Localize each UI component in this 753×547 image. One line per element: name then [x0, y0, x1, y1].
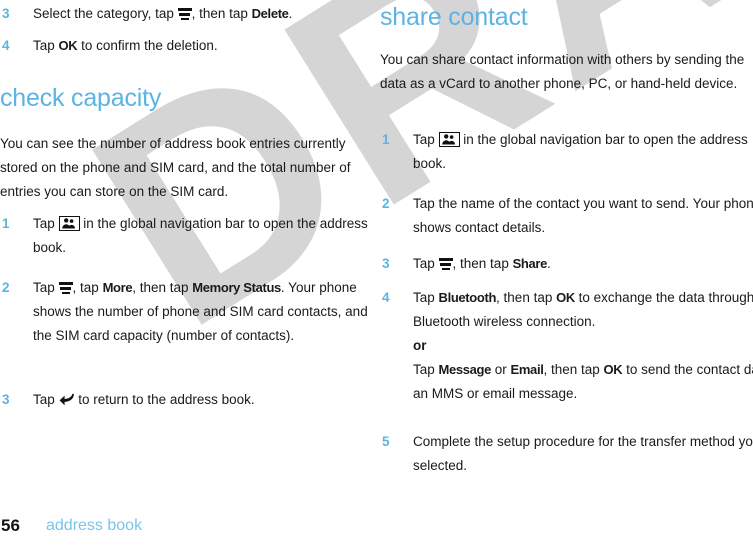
step-number: 4	[2, 38, 10, 53]
step-text-part: Tap	[33, 38, 59, 53]
step-number: 2	[382, 196, 390, 211]
menu-key-icon	[438, 258, 453, 271]
page-number: 56	[1, 516, 20, 535]
step-text: Tap , tap More, then tap Memory Status. …	[33, 276, 384, 348]
step-text: Tap the name of the contact you want to …	[413, 196, 753, 235]
step-text: Tap to return to the address book.	[33, 388, 384, 412]
section-intro-paragraph: You can see the number of address book e…	[0, 136, 351, 199]
ui-term-ok: OK	[603, 362, 623, 377]
list-item: 5 Complete the setup procedure for the t…	[380, 430, 753, 478]
step-text-part: , then tap	[543, 362, 604, 377]
step-number: 2	[2, 280, 10, 295]
list-item: 2 Tap , tap More, then tap Memory Status…	[0, 276, 384, 348]
step-text-part: Tap	[33, 216, 59, 231]
step-number: 1	[2, 216, 10, 231]
step-text: Tap , then tap Share.	[413, 252, 753, 276]
list-item: 4 Tap OK to confirm the deletion.	[0, 34, 384, 58]
step-text-part: Tap	[33, 392, 59, 407]
step-text-part: , then tap	[191, 6, 252, 21]
step-text-part: , then tap	[496, 290, 557, 305]
step-text-part: , then tap	[452, 256, 513, 271]
section-heading-check-capacity: check capacity	[0, 84, 162, 112]
ui-term-more: More	[102, 280, 133, 295]
list-item: 3 Tap , then tap Share.	[380, 252, 753, 276]
or-label: or	[413, 338, 427, 353]
list-item: 3 Tap to return to the address book.	[0, 388, 384, 412]
list-item: 4 Tap Bluetooth, then tap OK to exchange…	[380, 286, 753, 406]
step-text: Tap in the global navigation bar to open…	[33, 212, 384, 260]
page-footer: 56 address book	[0, 515, 753, 539]
back-arrow-icon	[59, 393, 75, 407]
footer-chapter-title: address book	[46, 517, 143, 534]
list-item: 1 Tap in the global navigation bar to op…	[380, 128, 753, 176]
step-text-part: .	[546, 256, 551, 271]
step-number: 4	[382, 290, 390, 305]
step-text-part: Select the category, tap	[33, 6, 178, 21]
step-number: 3	[382, 256, 390, 271]
section-heading-share-contact: share contact	[380, 3, 528, 31]
ui-term-message: Message	[438, 362, 492, 377]
step-text-part: in the global navigation bar to open the…	[33, 216, 368, 255]
step-text-part: , then tap	[132, 280, 193, 295]
step-text-part: to confirm the deletion.	[77, 38, 218, 53]
step-number: 3	[2, 392, 10, 407]
menu-key-icon	[58, 282, 73, 295]
menu-key-icon	[177, 8, 192, 21]
step-text-part: Tap	[413, 290, 439, 305]
list-item: 1 Tap in the global navigation bar to op…	[0, 212, 384, 260]
step-number: 5	[382, 434, 390, 449]
ui-term-delete: Delete	[251, 6, 289, 21]
contacts-key-icon	[438, 132, 460, 147]
step-text-part: Tap	[413, 132, 439, 147]
step-text: Tap Bluetooth, then tap OK to exchange t…	[413, 286, 753, 406]
contacts-key-icon	[58, 216, 80, 231]
ui-term-share: Share	[512, 256, 548, 271]
step-text-part: to return to the address book.	[74, 392, 255, 407]
step-text: Complete the setup procedure for the tra…	[413, 434, 753, 473]
manual-page: 3 Select the category, tap , then tap De…	[0, 0, 753, 547]
list-item: 3 Select the category, tap , then tap De…	[0, 2, 384, 26]
step-number: 1	[382, 132, 390, 147]
step-number: 3	[2, 6, 10, 21]
step-text-part: Tap	[413, 362, 439, 377]
step-text: Tap in the global navigation bar to open…	[413, 128, 753, 176]
ui-term-email: Email	[510, 362, 544, 377]
ui-term-ok: OK	[58, 38, 78, 53]
ui-term-memory-status: Memory Status	[192, 280, 281, 295]
step-text-part: Tap	[413, 256, 439, 271]
step-text-part: Tap	[33, 280, 59, 295]
ui-term-bluetooth: Bluetooth	[438, 290, 497, 305]
ui-term-ok: OK	[556, 290, 575, 305]
list-item: 2 Tap the name of the contact you want t…	[380, 192, 753, 240]
section-intro-paragraph: You can share contact information with o…	[380, 52, 745, 91]
step-text: Select the category, tap , then tap Dele…	[33, 2, 384, 26]
step-text-part: , tap	[72, 280, 103, 295]
step-text-part: .	[288, 6, 293, 21]
step-text-part: in the global navigation bar to open the…	[413, 132, 748, 171]
step-text: Tap OK to confirm the deletion.	[33, 34, 384, 58]
step-text-part: or	[491, 362, 511, 377]
